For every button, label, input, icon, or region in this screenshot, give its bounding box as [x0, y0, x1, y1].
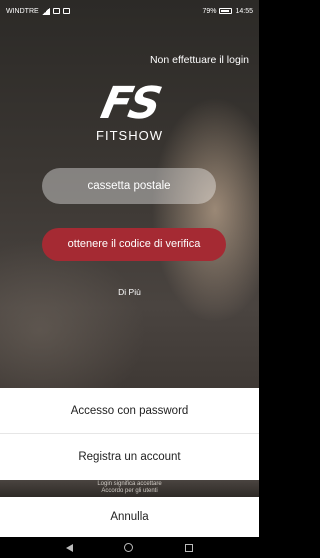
- terms-line-1: Login significa accettare: [97, 481, 162, 487]
- status-bar: WINDTRE 79% 14:55: [0, 0, 259, 22]
- terms-line-2: Accordo per gli utenti: [101, 488, 158, 494]
- navigation-bar: [0, 537, 259, 558]
- login-screen: WINDTRE 79% 14:55 Non effettuare il logi…: [0, 0, 259, 558]
- mail-icon: [62, 8, 70, 14]
- skip-login-link[interactable]: Non effettuare il login: [150, 54, 249, 66]
- signal-icon: [41, 7, 50, 15]
- cancel-sheet: Annulla: [0, 497, 259, 537]
- logo: FS FITSHOW: [0, 78, 259, 143]
- password-login-option[interactable]: Accesso con password: [0, 388, 259, 434]
- carrier-label: WINDTRE: [6, 7, 39, 15]
- register-account-option[interactable]: Registra un account: [0, 434, 259, 480]
- home-icon[interactable]: [124, 543, 134, 552]
- email-field[interactable]: [42, 168, 216, 204]
- status-right: 79% 14:55: [202, 8, 253, 15]
- get-code-button[interactable]: ottenere il codice di verifica: [42, 228, 226, 261]
- cancel-button[interactable]: Annulla: [0, 497, 259, 537]
- clock: 14:55: [235, 7, 253, 15]
- battery-percent: 79%: [202, 7, 217, 15]
- battery-icon: [219, 8, 233, 14]
- logo-name: FITSHOW: [96, 128, 163, 143]
- terms-peek-text: Login significa accettare Accordo per gl…: [0, 480, 259, 497]
- status-left: WINDTRE: [6, 7, 70, 15]
- recent-apps-icon[interactable]: [185, 543, 194, 552]
- back-icon[interactable]: [65, 543, 73, 552]
- action-sheet: Accesso con password Registra un account: [0, 388, 259, 480]
- more-link[interactable]: Di Più: [0, 287, 259, 297]
- logo-mark: FS: [96, 78, 163, 129]
- notification-icon: [52, 8, 60, 14]
